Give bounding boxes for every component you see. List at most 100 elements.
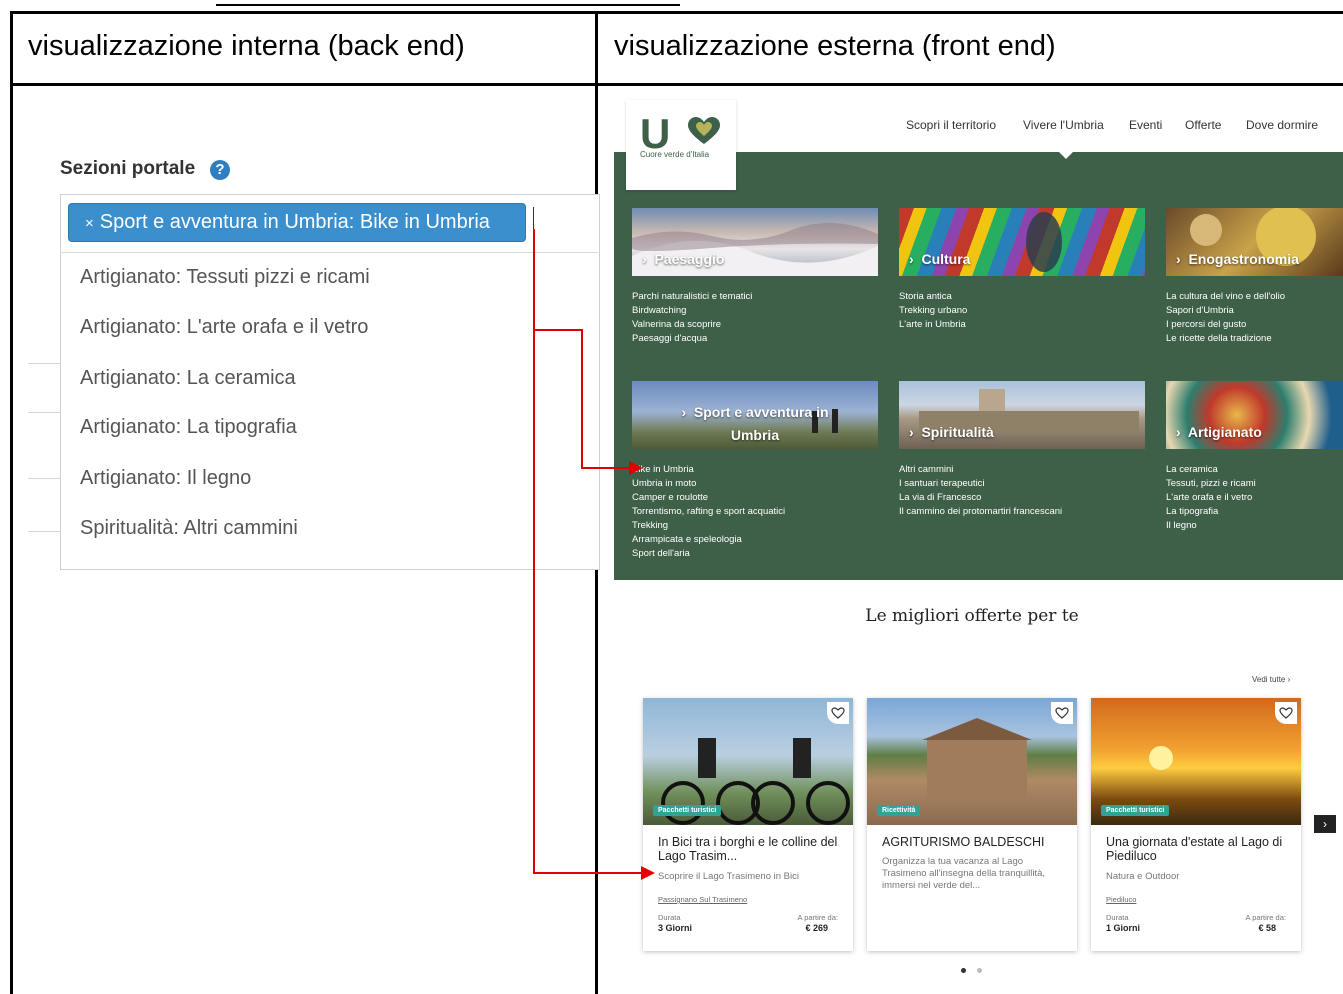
chip-remove-icon[interactable]: × — [85, 215, 94, 232]
submenu-link[interactable]: La cultura del vino e dell'olio — [1166, 290, 1285, 304]
category-cultura[interactable]: › Cultura — [909, 251, 970, 267]
submenu-link[interactable]: Parchi naturalistici e tematici — [632, 290, 752, 304]
category-sport[interactable]: › Sport e avventura in Umbria — [632, 401, 878, 447]
submenu-link[interactable]: Il legno — [1166, 519, 1256, 533]
nav-eventi[interactable]: Eventi — [1129, 118, 1162, 132]
submenu-link[interactable]: Umbria in moto — [632, 477, 785, 491]
card-title[interactable]: In Bici tra i borghi e le colline del La… — [658, 835, 843, 863]
submenu-link[interactable]: Paesaggi d'acqua — [632, 332, 752, 346]
arrow-connector-line — [533, 329, 582, 331]
frontend-column-title: visualizzazione esterna (front end) — [614, 30, 1056, 62]
submenu-link[interactable]: Sport dell'aria — [632, 547, 785, 561]
submenu-link[interactable]: Il cammino dei protomartiri francescani — [899, 505, 1062, 519]
arrow-connector-line — [533, 229, 535, 874]
favorite-heart-icon[interactable] — [827, 702, 849, 724]
form-line — [28, 363, 60, 364]
selected-section-chip[interactable]: × Sport e avventura in Umbria: Bike in Um… — [68, 203, 526, 242]
see-all-label: Vedi tutte — [1252, 675, 1286, 684]
submenu-link[interactable]: Altri cammini — [899, 463, 1062, 477]
duration-value: 3 Giorni — [658, 923, 693, 933]
submenu-link[interactable]: Camper e roulotte — [632, 491, 785, 505]
dropdown-option[interactable]: Artigianato: La tipografia — [80, 416, 297, 439]
category-artigianato[interactable]: › Artigianato — [1176, 424, 1262, 440]
price-value: € 269 — [805, 923, 828, 933]
arrow-head-icon — [641, 866, 655, 880]
question-circle-icon[interactable]: ? — [210, 160, 230, 180]
carousel-dot-active[interactable] — [961, 968, 966, 973]
enogastronomia-submenu: La cultura del vino e dell'olio Sapori d… — [1166, 290, 1285, 346]
top-underline — [216, 4, 680, 6]
submenu-link-bike[interactable]: Bike in Umbria — [632, 463, 785, 477]
favorite-heart-icon[interactable] — [1275, 702, 1297, 724]
arrow-connector-line — [581, 467, 631, 469]
submenu-link[interactable]: Storia antica — [899, 290, 967, 304]
submenu-link[interactable]: Torrentismo, rafting e sport acquatici — [632, 505, 785, 519]
arrow-head-icon — [629, 461, 643, 475]
submenu-link[interactable]: Arrampicata e speleologia — [632, 533, 785, 547]
category-enogastronomia[interactable]: › Enogastronomia — [1176, 251, 1299, 267]
dropdown-option[interactable]: Artigianato: Il legno — [80, 467, 251, 490]
offers-title: Le migliori offerte per te — [865, 606, 1079, 626]
submenu-link[interactable]: Trekking — [632, 519, 785, 533]
nav-vivere-umbria[interactable]: Vivere l'Umbria — [1023, 118, 1104, 132]
category-label: Artigianato — [1187, 424, 1262, 440]
paesaggio-submenu: Parchi naturalistici e tematici Birdwatc… — [632, 290, 752, 346]
price-label: A partire da: — [797, 913, 838, 922]
submenu-link[interactable]: I santuari terapeutici — [899, 477, 1062, 491]
price-value: € 58 — [1258, 923, 1276, 933]
category-label: Enogastronomia — [1188, 251, 1299, 267]
category-paesaggio[interactable]: › Paesaggio — [642, 251, 724, 267]
chip-label: Sport e avventura in Umbria: Bike in Umb… — [99, 211, 490, 233]
category-label: Spiritualità — [921, 424, 994, 440]
arrow-connector-line — [581, 329, 583, 469]
form-line — [28, 412, 60, 413]
category-badge: Pacchetti turistici — [1101, 805, 1170, 816]
submenu-link[interactable]: Birdwatching — [632, 304, 752, 318]
offer-card[interactable]: Pacchetti turistici In Bici tra i borghi… — [643, 698, 853, 951]
category-label: Paesaggio — [654, 251, 725, 267]
arrow-connector-line — [533, 872, 643, 874]
duration-value: 1 Giorni — [1106, 923, 1141, 933]
duration-label: Durata — [1106, 913, 1129, 922]
see-all-link[interactable]: Vedi tutte › — [1252, 675, 1290, 684]
price-label: A partire da: — [1245, 913, 1286, 922]
carousel-next-icon[interactable]: › — [1314, 815, 1336, 833]
submenu-link[interactable]: Valnerina da scoprire — [632, 318, 752, 332]
multiselect-divider — [60, 252, 600, 253]
submenu-link[interactable]: La tipografia — [1166, 505, 1256, 519]
sezioni-portale-label: Sezioni portale — [60, 158, 196, 179]
card-location-link[interactable]: Piediluco — [1106, 895, 1136, 904]
nav-dove-dormire[interactable]: Dove dormire — [1246, 118, 1318, 132]
category-label-line2: Umbria — [730, 427, 780, 443]
category-spiritualita[interactable]: › Spiritualità — [909, 424, 994, 440]
nav-scopri-territorio[interactable]: Scopri il territorio — [906, 118, 996, 132]
offer-card[interactable]: Ricettività AGRITURISMO BALDESCHI Organi… — [867, 698, 1077, 951]
spiritualita-submenu: Altri cammini I santuari terapeutici La … — [899, 463, 1062, 519]
nav-offerte[interactable]: Offerte — [1185, 118, 1221, 132]
card-location-link[interactable]: Passignano Sul Trasimeno — [658, 895, 747, 904]
submenu-link[interactable]: La via di Francesco — [899, 491, 1062, 505]
cultura-submenu: Storia antica Trekking urbano L'arte in … — [899, 290, 967, 332]
dropdown-option[interactable]: Spiritualità: Altri cammini — [80, 517, 298, 540]
dropdown-option[interactable]: Artigianato: Tessuti pizzi e ricami — [80, 266, 370, 289]
favorite-heart-icon[interactable] — [1051, 702, 1073, 724]
submenu-link[interactable]: I percorsi del gusto — [1166, 318, 1285, 332]
dropdown-option[interactable]: Artigianato: L'arte orafa e il vetro — [80, 316, 368, 339]
submenu-link[interactable]: La ceramica — [1166, 463, 1256, 477]
heart-logo-icon — [688, 117, 720, 144]
submenu-link[interactable]: Tessuti, pizzi e ricami — [1166, 477, 1256, 491]
submenu-link[interactable]: Le ricette della tradizione — [1166, 332, 1285, 346]
category-label: Cultura — [921, 251, 971, 267]
artigianato-submenu: La ceramica Tessuti, pizzi e ricami L'ar… — [1166, 463, 1256, 533]
carousel-dot[interactable] — [977, 968, 982, 973]
dropdown-option[interactable]: Artigianato: La ceramica — [80, 367, 296, 390]
submenu-link[interactable]: Sapori d'Umbria — [1166, 304, 1285, 318]
sport-submenu: Bike in Umbria Umbria in moto Camper e r… — [632, 463, 785, 561]
duration-label: Durata — [658, 913, 681, 922]
card-title[interactable]: Una giornata d'estate al Lago di Piedilu… — [1106, 835, 1291, 863]
submenu-link[interactable]: L'arte in Umbria — [899, 318, 967, 332]
submenu-link[interactable]: Trekking urbano — [899, 304, 967, 318]
card-title[interactable]: AGRITURISMO BALDESCHI — [882, 835, 1067, 849]
submenu-link[interactable]: L'arte orafa e il vetro — [1166, 491, 1256, 505]
offer-card[interactable]: Pacchetti turistici Una giornata d'estat… — [1091, 698, 1301, 951]
